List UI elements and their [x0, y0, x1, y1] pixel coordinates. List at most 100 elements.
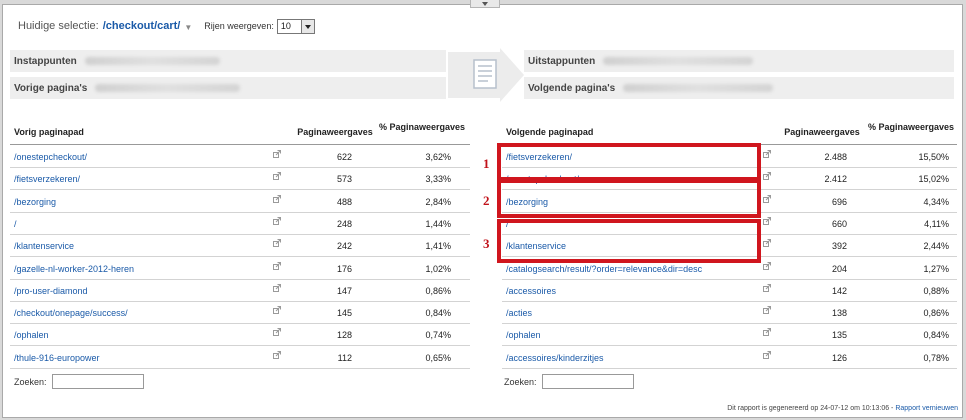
open-page-icon[interactable]	[763, 239, 771, 248]
report-footer: Dit rapport is gegenereerd op 24-07-12 o…	[727, 405, 958, 412]
pageviews-percent: 0,78%	[923, 352, 949, 363]
page-path-link[interactable]: /klantenservice	[14, 241, 74, 251]
open-page-icon[interactable]	[763, 216, 771, 225]
chevron-down-icon[interactable]: ▼	[184, 23, 192, 32]
pageviews-value: 145	[336, 308, 352, 319]
table-row: /klantenservice 242 1,41%	[10, 234, 470, 258]
pageviews-value: 176	[336, 263, 352, 274]
pageviews-value: 128	[336, 330, 352, 341]
page-path-link[interactable]: /onestepcheckout/	[14, 152, 87, 162]
page-path-link[interactable]: /gazelle-nl-worker-2012-heren	[14, 264, 134, 274]
pageviews-value: 147	[336, 285, 352, 296]
open-page-icon[interactable]	[273, 194, 281, 203]
pageviews-value: 242	[336, 241, 352, 252]
page-path-link[interactable]: /bezorging	[14, 197, 56, 207]
annotation-number-3: 3	[483, 236, 490, 251]
pageviews-percent: 1,44%	[425, 218, 451, 229]
open-page-icon[interactable]	[273, 283, 281, 292]
open-page-icon[interactable]	[763, 350, 771, 359]
page-path-link[interactable]: /	[14, 219, 17, 229]
open-page-icon[interactable]	[763, 283, 771, 292]
previous-pages-bar: Vorige pagina's	[10, 77, 446, 99]
rows-select[interactable]: 10	[276, 18, 315, 34]
rows-select-value: 10	[280, 21, 291, 31]
footer-text: Dit rapport is gegenereerd op 24-07-12 o…	[727, 405, 896, 412]
page-path-link[interactable]: /fietsverzekeren/	[14, 174, 80, 184]
open-page-icon[interactable]	[273, 350, 281, 359]
annotation-box-3	[497, 219, 761, 263]
pageviews-value: 138	[831, 308, 847, 319]
page-path-link[interactable]: /checkout/onepage/success/	[14, 308, 128, 318]
search-label: Zoeken:	[14, 376, 47, 387]
page-path-link[interactable]: /ophalen	[506, 330, 541, 340]
selection-label: Huidige selectie:	[18, 20, 99, 32]
pageviews-value: 248	[336, 218, 352, 229]
search-input[interactable]	[541, 374, 634, 389]
column-header-views: Paginaweergaves	[784, 127, 860, 137]
pageviews-value: 112	[337, 352, 352, 363]
open-page-icon[interactable]	[763, 261, 771, 270]
previous-pages-label: Vorige pagina's	[14, 82, 88, 94]
pageviews-percent: 0,86%	[923, 308, 949, 319]
open-page-icon[interactable]	[273, 261, 281, 270]
row-divider	[502, 367, 957, 369]
collapse-tab[interactable]	[470, 0, 500, 8]
pageviews-value: 696	[831, 196, 847, 207]
column-header-percent: % Paginaweergaves	[867, 122, 955, 132]
pageviews-value: 573	[336, 174, 352, 185]
open-page-icon[interactable]	[273, 150, 281, 158]
table-row: /accessoires 142 0,88%	[502, 279, 957, 302]
pageviews-value: 488	[336, 196, 352, 207]
selection-header: Huidige selectie: /checkout/cart/ ▼ Rije…	[18, 18, 315, 34]
pageviews-percent: 4,11%	[924, 218, 949, 229]
pageviews-value: 622	[336, 152, 352, 162]
entry-points-label: Instappunten	[14, 55, 77, 67]
open-page-icon[interactable]	[763, 194, 771, 203]
selection-path[interactable]: /checkout/cart/	[103, 20, 181, 32]
open-page-icon[interactable]	[763, 150, 771, 158]
redacted-value	[623, 84, 774, 92]
exit-points-bar: Uitstappunten	[524, 50, 954, 72]
open-page-icon[interactable]	[273, 172, 281, 181]
page-path-link[interactable]: /pro-user-diamond	[14, 286, 88, 296]
left-search: Zoeken:	[14, 374, 144, 389]
pageviews-value: 135	[831, 330, 847, 341]
pageviews-value: 204	[831, 263, 847, 274]
pageviews-percent: 2,84%	[425, 196, 451, 207]
page-path-link[interactable]: /accessoires	[506, 286, 556, 296]
page-path-link[interactable]: /acties	[506, 308, 532, 318]
previous-path-table: Vorig paginapad Paginaweergaves % Pagina…	[10, 118, 470, 398]
table-row: /ophalen 135 0,84%	[502, 323, 957, 347]
right-search: Zoeken:	[504, 374, 634, 389]
pageviews-value: 660	[831, 218, 847, 229]
table-row: /ophalen 128 0,74%	[10, 323, 470, 347]
pageviews-percent: 0,88%	[923, 285, 949, 296]
pageviews-percent: 0,84%	[923, 330, 949, 341]
table-row: /thule-916-europower 112 0,65%	[10, 346, 470, 369]
open-page-icon[interactable]	[763, 328, 771, 337]
open-page-icon[interactable]	[273, 216, 281, 225]
table-row: / 248 1,44%	[10, 212, 470, 235]
open-page-icon[interactable]	[273, 239, 281, 248]
open-page-icon[interactable]	[273, 306, 281, 315]
open-page-icon[interactable]	[273, 328, 281, 337]
page-path-link[interactable]: /ophalen	[14, 330, 49, 340]
pageviews-percent: 0,65%	[425, 352, 451, 363]
refresh-report-link[interactable]: Rapport vernieuwen	[895, 405, 958, 412]
pageviews-percent: 1,41%	[425, 241, 451, 252]
open-page-icon[interactable]	[763, 306, 771, 315]
page-path-link[interactable]: /thule-916-europower	[14, 353, 100, 363]
pageviews-percent: 3,62%	[425, 152, 451, 162]
next-pages-bar: Volgende pagina's	[524, 77, 954, 99]
table-row: /onestepcheckout/622 3,62%	[10, 145, 470, 168]
dropdown-arrow-icon[interactable]	[300, 19, 314, 33]
table-row: /gazelle-nl-worker-2012-heren 176 1,02%	[10, 257, 470, 280]
annotation-number-2: 2	[483, 193, 490, 208]
open-page-icon[interactable]	[763, 172, 771, 181]
search-input[interactable]	[51, 374, 144, 389]
pageviews-percent: 0,84%	[425, 308, 451, 319]
page-path-link[interactable]: /accessoires/kinderzitjes	[506, 353, 604, 363]
entry-points-bar: Instappunten	[10, 50, 446, 72]
page-path-link[interactable]: /catalogsearch/result/?order=relevance&d…	[506, 264, 702, 274]
pageviews-value: 142	[831, 285, 847, 296]
